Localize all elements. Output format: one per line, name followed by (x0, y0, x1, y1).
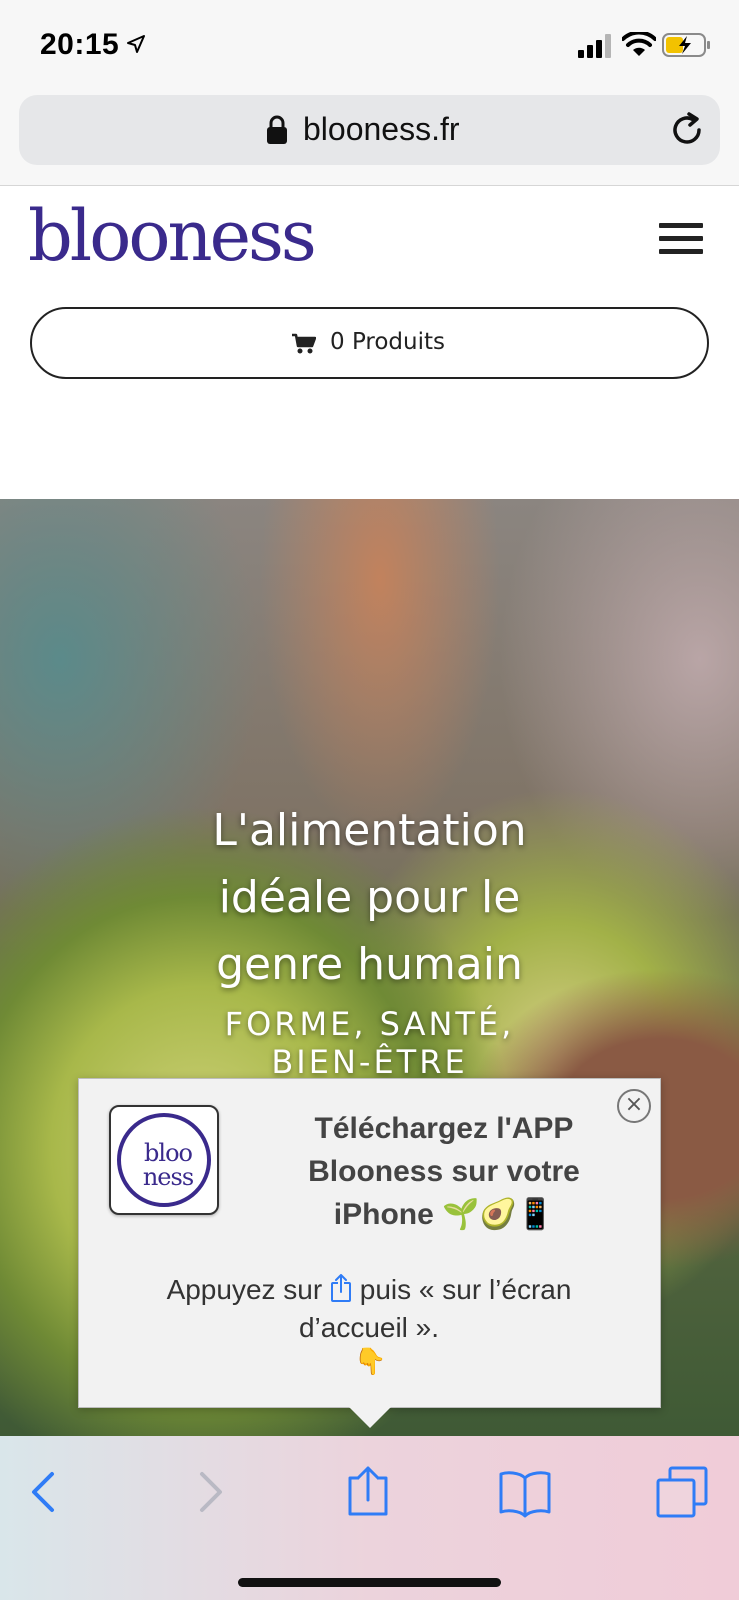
bookmarks-icon[interactable] (495, 1466, 555, 1518)
pointing-down-icon: 👇 (354, 1347, 387, 1377)
popup-instructions-before: Appuyez sur (166, 1274, 323, 1305)
status-time: 20:15 (40, 28, 120, 61)
browser-toolbar (0, 1436, 739, 1600)
url-bar[interactable]: blooness.fr (19, 95, 720, 165)
reload-icon[interactable] (669, 112, 705, 148)
forward-icon[interactable] (178, 1466, 238, 1518)
popup-pointer (348, 1406, 392, 1428)
home-indicator (238, 1578, 501, 1587)
share-icon (330, 1274, 351, 1302)
hero-subtitle: FORME, SANTÉ, BIEN-ÊTRE (224, 1005, 515, 1081)
hamburger-menu-icon[interactable] (659, 223, 703, 255)
signal-icon (578, 34, 611, 58)
back-icon[interactable] (20, 1466, 80, 1518)
popup-heading: Téléchargez l'APP Blooness sur votre iPh… (308, 1112, 580, 1231)
tabs-icon[interactable] (652, 1466, 712, 1518)
url-text[interactable]: blooness.fr (303, 111, 460, 148)
app-icon: bloo ness (109, 1105, 219, 1215)
status-bar: 20:15 (0, 0, 739, 90)
install-app-popup: × bloo ness Téléchargez l'APP Blooness s… (78, 1078, 661, 1408)
location-arrow-icon (127, 35, 145, 53)
lock-icon (267, 115, 287, 144)
battery-icon (662, 33, 710, 57)
site-header: blooness 0 Produits (0, 187, 739, 499)
browser-chrome: blooness.fr (0, 90, 739, 186)
app-icon-text: bloo ness (142, 1139, 194, 1191)
cart-label: 0 Produits (330, 329, 445, 355)
app-icon-ring: bloo ness (117, 1113, 211, 1207)
share-icon[interactable] (338, 1466, 398, 1518)
hero-title: L'alimentation idéale pour le genre huma… (212, 805, 527, 990)
site-logo[interactable]: blooness (28, 201, 317, 271)
popup-instructions: Appuyez sur puis « sur l’écran d’accueil… (119, 1271, 619, 1347)
cart-icon (292, 333, 316, 354)
cart-button[interactable]: 0 Produits (30, 307, 709, 379)
wifi-icon (622, 32, 656, 56)
